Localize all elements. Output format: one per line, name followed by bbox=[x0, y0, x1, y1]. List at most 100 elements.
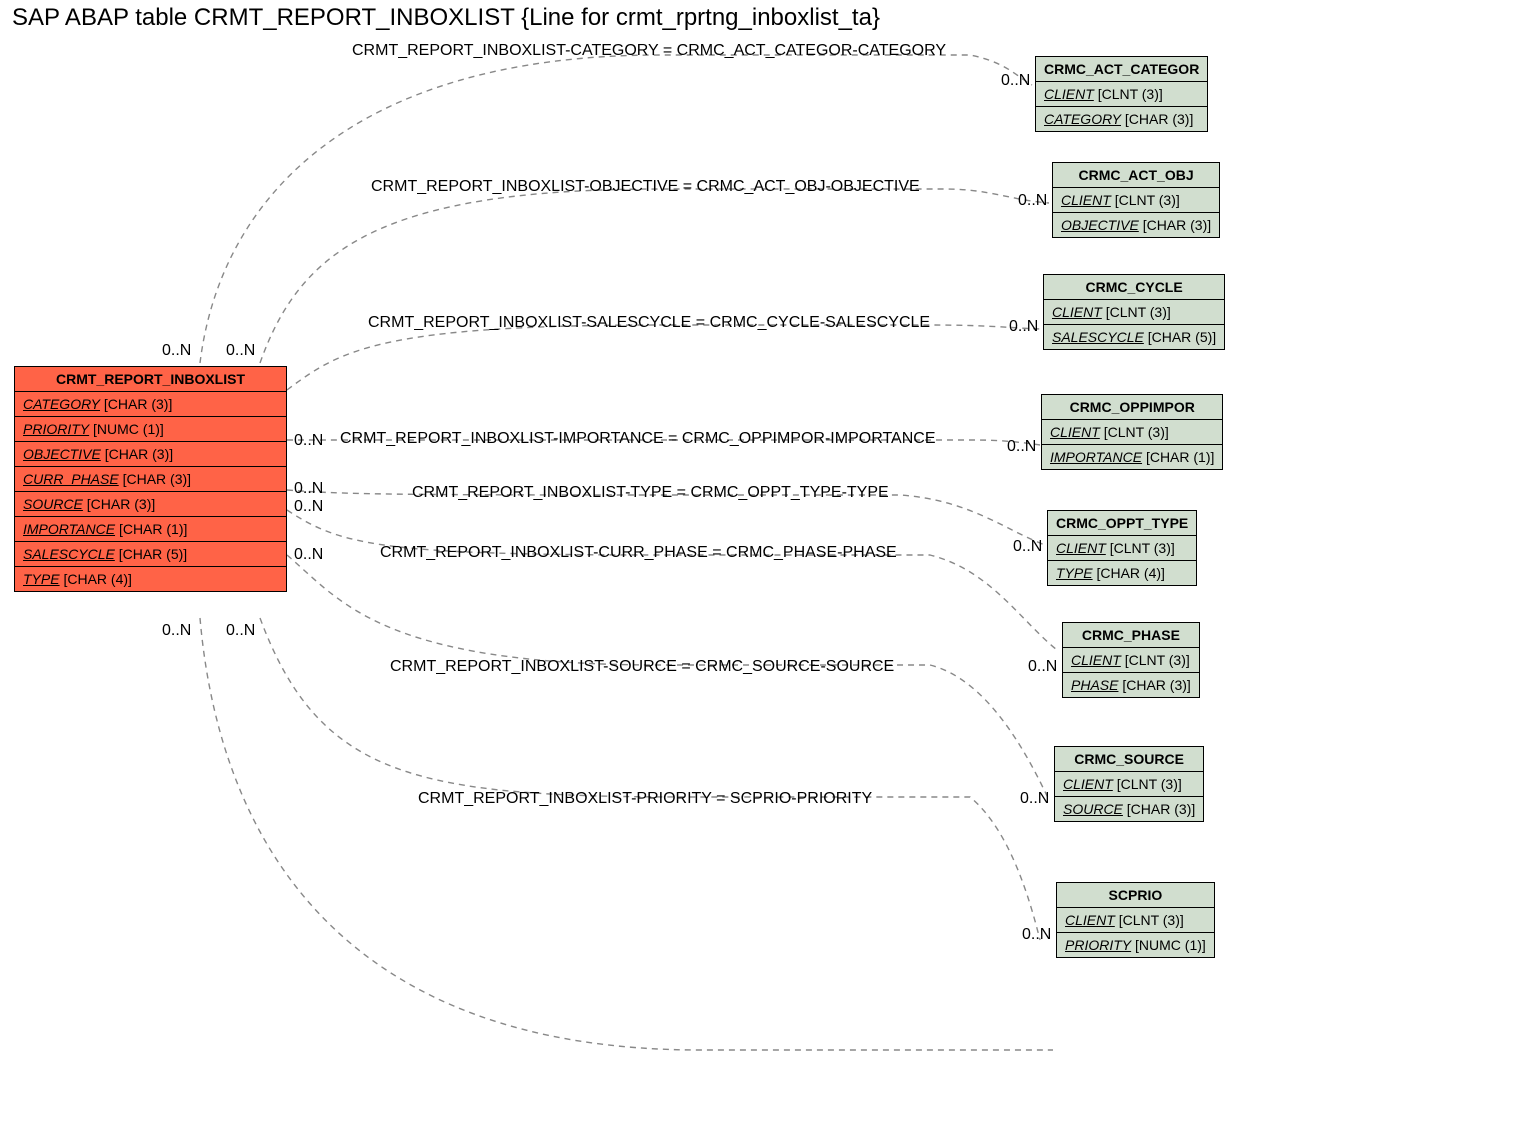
cardinality: 0..N bbox=[294, 546, 323, 564]
field-name: CURR_PHASE bbox=[23, 471, 119, 487]
field-name: SALESCYCLE bbox=[1052, 329, 1144, 345]
table-row: CATEGORY [CHAR (3)] bbox=[1036, 107, 1207, 131]
field-type: [CLNT (3)] bbox=[1125, 652, 1190, 668]
field-type: [CLNT (3)] bbox=[1119, 912, 1184, 928]
relation-label: CRMT_REPORT_INBOXLIST-SALESCYCLE = CRMC_… bbox=[368, 314, 930, 332]
field-type: [CHAR (1)] bbox=[1146, 449, 1214, 465]
field-type: [CHAR (5)] bbox=[119, 546, 187, 562]
table-row: CLIENT [CLNT (3)] bbox=[1048, 536, 1196, 561]
ref-table-header: CRMC_ACT_CATEGOR bbox=[1036, 57, 1207, 82]
field-name: SALESCYCLE bbox=[23, 546, 115, 562]
table-row: PHASE [CHAR (3)] bbox=[1063, 673, 1199, 697]
field-type: [NUMC (1)] bbox=[1135, 937, 1206, 953]
field-name: IMPORTANCE bbox=[23, 521, 115, 537]
relation-label: CRMT_REPORT_INBOXLIST-IMPORTANCE = CRMC_… bbox=[340, 430, 936, 448]
cardinality: 0..N bbox=[1009, 318, 1038, 336]
field-name: PRIORITY bbox=[1065, 937, 1131, 953]
cardinality: 0..N bbox=[1022, 926, 1051, 944]
table-row: IMPORTANCE [CHAR (1)] bbox=[15, 517, 286, 542]
table-row: CLIENT [CLNT (3)] bbox=[1044, 300, 1224, 325]
field-type: [CHAR (3)] bbox=[1125, 111, 1193, 127]
cardinality: 0..N bbox=[226, 342, 255, 360]
relation-label: CRMT_REPORT_INBOXLIST-PRIORITY = SCPRIO-… bbox=[418, 790, 872, 808]
cardinality: 0..N bbox=[226, 622, 255, 640]
field-type: [CHAR (5)] bbox=[1148, 329, 1216, 345]
table-row: CURR_PHASE [CHAR (3)] bbox=[15, 467, 286, 492]
cardinality: 0..N bbox=[162, 622, 191, 640]
field-name: TYPE bbox=[23, 571, 60, 587]
cardinality: 0..N bbox=[1001, 72, 1030, 90]
cardinality: 0..N bbox=[294, 480, 323, 498]
field-type: [CHAR (3)] bbox=[1143, 217, 1211, 233]
ref-table: CRMC_SOURCE CLIENT [CLNT (3)] SOURCE [CH… bbox=[1054, 746, 1204, 822]
field-type: [CHAR (3)] bbox=[1127, 801, 1195, 817]
field-name: SOURCE bbox=[23, 496, 83, 512]
field-type: [CLNT (3)] bbox=[1106, 304, 1171, 320]
field-name: CLIENT bbox=[1065, 912, 1115, 928]
field-type: [CHAR (3)] bbox=[87, 496, 155, 512]
field-name: CLIENT bbox=[1052, 304, 1102, 320]
field-name: IMPORTANCE bbox=[1050, 449, 1142, 465]
field-name: CLIENT bbox=[1071, 652, 1121, 668]
field-type: [CHAR (4)] bbox=[1096, 565, 1164, 581]
table-row: TYPE [CHAR (4)] bbox=[1048, 561, 1196, 585]
relation-label: CRMT_REPORT_INBOXLIST-SOURCE = CRMC_SOUR… bbox=[390, 658, 894, 676]
relation-label: CRMT_REPORT_INBOXLIST-TYPE = CRMC_OPPT_T… bbox=[412, 484, 889, 502]
ref-table-header: CRMC_SOURCE bbox=[1055, 747, 1203, 772]
field-name: CATEGORY bbox=[23, 396, 100, 412]
field-name: CLIENT bbox=[1044, 86, 1094, 102]
field-name: CLIENT bbox=[1061, 192, 1111, 208]
field-name: PRIORITY bbox=[23, 421, 89, 437]
field-type: [CHAR (3)] bbox=[123, 471, 191, 487]
cardinality: 0..N bbox=[1013, 538, 1042, 556]
field-name: SOURCE bbox=[1063, 801, 1123, 817]
field-name: CLIENT bbox=[1050, 424, 1100, 440]
table-row: SALESCYCLE [CHAR (5)] bbox=[1044, 325, 1224, 349]
field-type: [CLNT (3)] bbox=[1117, 776, 1182, 792]
table-row: OBJECTIVE [CHAR (3)] bbox=[15, 442, 286, 467]
cardinality: 0..N bbox=[1007, 438, 1036, 456]
field-type: [CHAR (4)] bbox=[63, 571, 131, 587]
field-name: CLIENT bbox=[1056, 540, 1106, 556]
field-name: CLIENT bbox=[1063, 776, 1113, 792]
table-row: CLIENT [CLNT (3)] bbox=[1063, 648, 1199, 673]
relation-label: CRMT_REPORT_INBOXLIST-OBJECTIVE = CRMC_A… bbox=[371, 178, 920, 196]
field-name: OBJECTIVE bbox=[23, 446, 101, 462]
field-type: [NUMC (1)] bbox=[93, 421, 164, 437]
cardinality: 0..N bbox=[1028, 658, 1057, 676]
field-type: [CHAR (3)] bbox=[105, 446, 173, 462]
ref-table-header: CRMC_PHASE bbox=[1063, 623, 1199, 648]
ref-table-header: SCPRIO bbox=[1057, 883, 1214, 908]
table-row: CATEGORY [CHAR (3)] bbox=[15, 392, 286, 417]
ref-table: CRMC_CYCLE CLIENT [CLNT (3)] SALESCYCLE … bbox=[1043, 274, 1225, 350]
field-name: PHASE bbox=[1071, 677, 1118, 693]
main-table-header: CRMT_REPORT_INBOXLIST bbox=[15, 367, 286, 392]
field-name: TYPE bbox=[1056, 565, 1093, 581]
table-row: CLIENT [CLNT (3)] bbox=[1036, 82, 1207, 107]
cardinality: 0..N bbox=[1018, 192, 1047, 210]
table-row: CLIENT [CLNT (3)] bbox=[1053, 188, 1219, 213]
ref-table-header: CRMC_CYCLE bbox=[1044, 275, 1224, 300]
table-row: IMPORTANCE [CHAR (1)] bbox=[1042, 445, 1222, 469]
ref-table-header: CRMC_OPPT_TYPE bbox=[1048, 511, 1196, 536]
ref-table-header: CRMC_ACT_OBJ bbox=[1053, 163, 1219, 188]
ref-table: CRMC_ACT_OBJ CLIENT [CLNT (3)] OBJECTIVE… bbox=[1052, 162, 1220, 238]
table-row: SOURCE [CHAR (3)] bbox=[15, 492, 286, 517]
table-row: CLIENT [CLNT (3)] bbox=[1057, 908, 1214, 933]
relation-label: CRMT_REPORT_INBOXLIST-CURR_PHASE = CRMC_… bbox=[380, 544, 897, 562]
field-type: [CLNT (3)] bbox=[1115, 192, 1180, 208]
field-type: [CLNT (3)] bbox=[1098, 86, 1163, 102]
ref-table: CRMC_OPPT_TYPE CLIENT [CLNT (3)] TYPE [C… bbox=[1047, 510, 1197, 586]
cardinality: 0..N bbox=[1020, 790, 1049, 808]
table-row: PRIORITY [NUMC (1)] bbox=[15, 417, 286, 442]
field-type: [CHAR (3)] bbox=[104, 396, 172, 412]
ref-table: CRMC_ACT_CATEGOR CLIENT [CLNT (3)] CATEG… bbox=[1035, 56, 1208, 132]
main-table: CRMT_REPORT_INBOXLIST CATEGORY [CHAR (3)… bbox=[14, 366, 287, 592]
table-row: PRIORITY [NUMC (1)] bbox=[1057, 933, 1214, 957]
relation-label: CRMT_REPORT_INBOXLIST-CATEGORY = CRMC_AC… bbox=[352, 42, 946, 60]
cardinality: 0..N bbox=[294, 498, 323, 516]
table-row: SALESCYCLE [CHAR (5)] bbox=[15, 542, 286, 567]
table-row: OBJECTIVE [CHAR (3)] bbox=[1053, 213, 1219, 237]
diagram-title: SAP ABAP table CRMT_REPORT_INBOXLIST {Li… bbox=[12, 4, 880, 32]
field-name: OBJECTIVE bbox=[1061, 217, 1139, 233]
